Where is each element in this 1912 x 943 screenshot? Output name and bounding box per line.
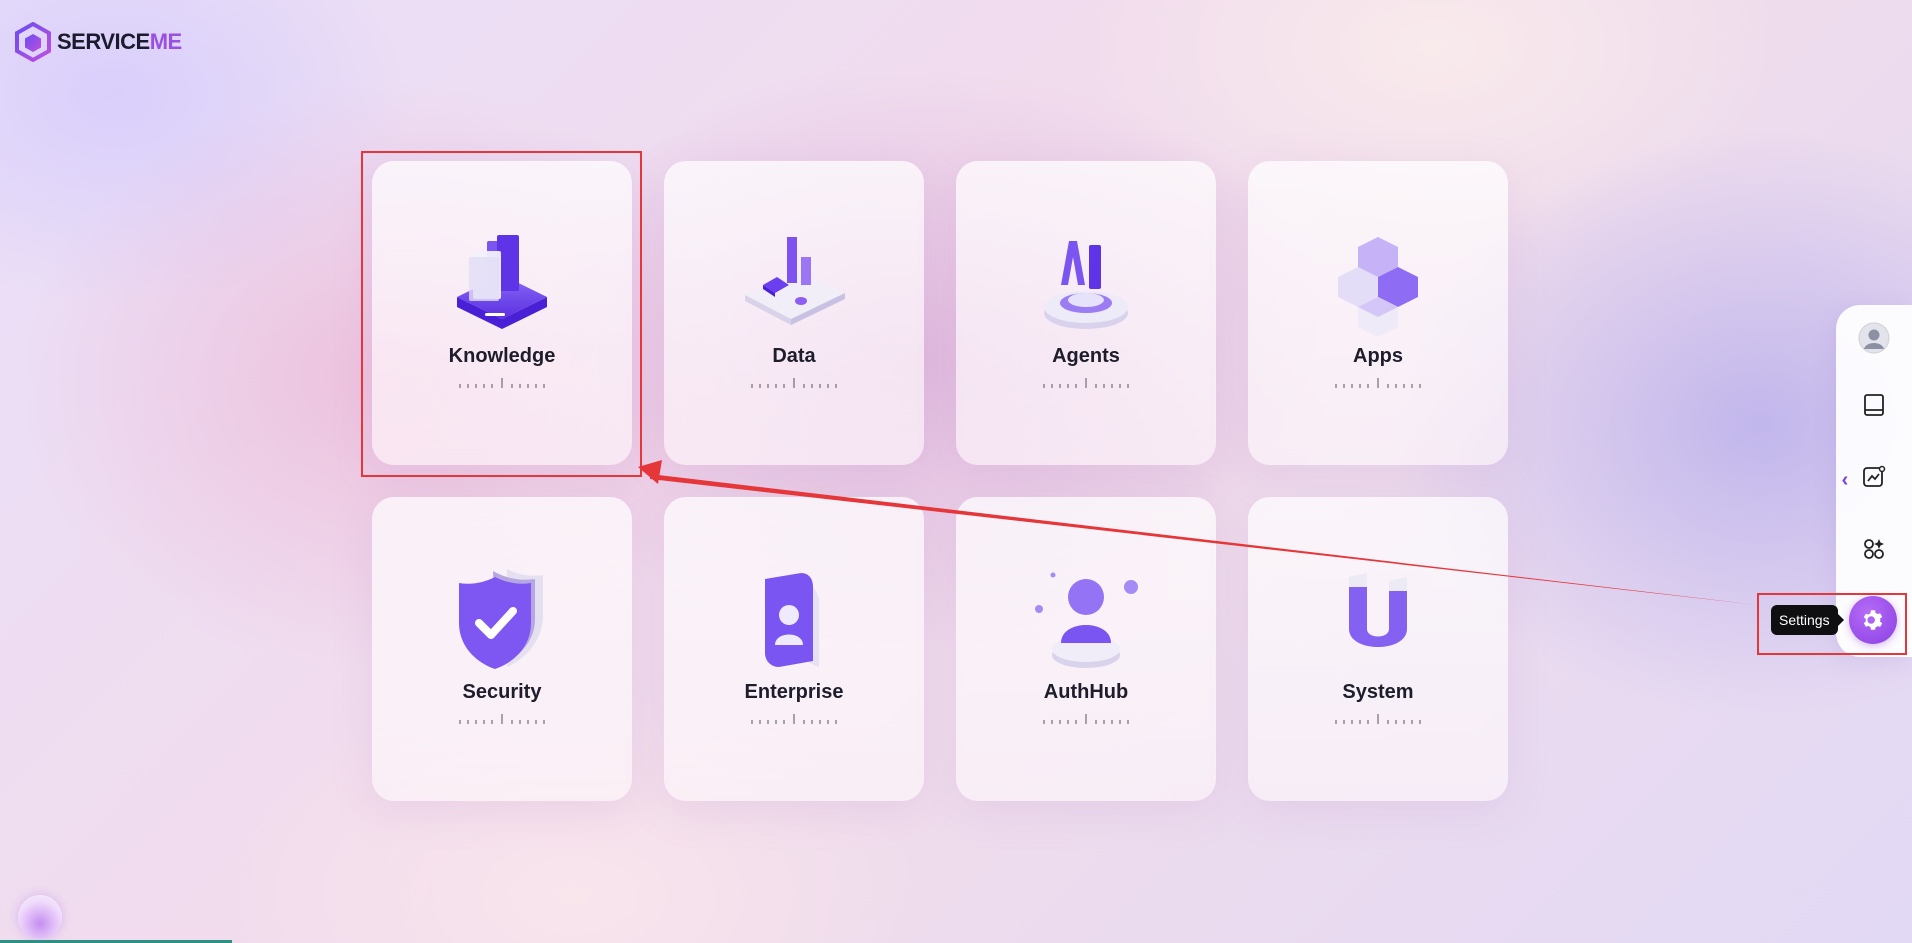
assistant-orb[interactable] <box>18 895 62 939</box>
annotation-arrow <box>638 460 1758 605</box>
